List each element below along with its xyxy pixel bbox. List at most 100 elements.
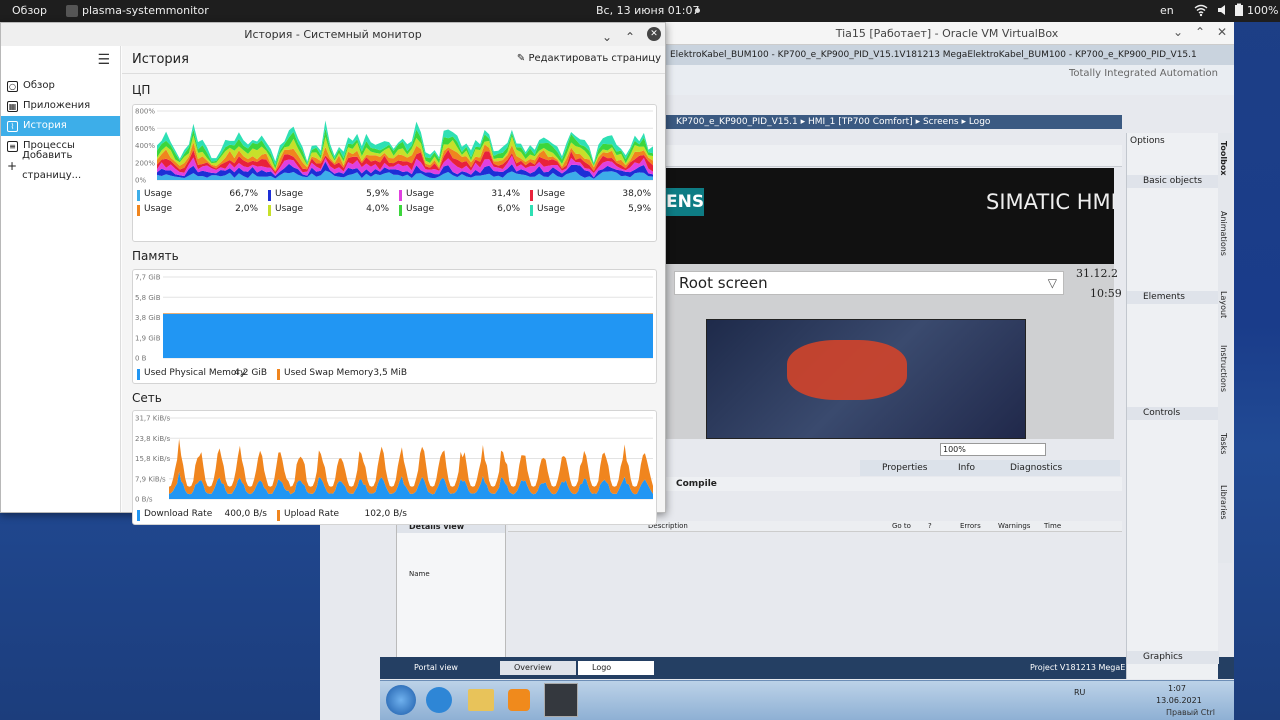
- main-content: История ✎ Редактировать страницу ЦП 800%…: [122, 46, 665, 525]
- edit-page-button[interactable]: ✎ Редактировать страницу: [517, 53, 661, 64]
- sidebar-item-applications[interactable]: ▦ Приложения: [1, 96, 120, 116]
- memory-legend: Used Physical Memory 4,2 GiB Used Swap Mem…: [133, 368, 658, 383]
- hmi-time: 10:59: [1090, 287, 1122, 300]
- zoom-select[interactable]: 100%: [940, 443, 1046, 456]
- tia-taskbar-icon[interactable]: [544, 683, 578, 717]
- start-button-icon[interactable]: [386, 685, 416, 715]
- cpu-legend-swatch: [530, 205, 533, 216]
- side-tab-animations[interactable]: Animations: [1219, 211, 1228, 256]
- tab-compile[interactable]: Compile: [676, 477, 717, 491]
- hmi-canvas[interactable]: Root screen ▽ 31.12.2 10:59: [666, 264, 1122, 439]
- logo-tab[interactable]: Logo: [578, 661, 654, 675]
- tab-properties[interactable]: Properties: [882, 460, 927, 476]
- dropdown-icon[interactable]: ▽: [1048, 272, 1057, 294]
- cpu-card: 800% 600% 400% 200% 0% Usage 66,7% Usage 5,9% Us…: [132, 104, 657, 242]
- close-icon[interactable]: ✕: [647, 27, 661, 41]
- cpu-legend-swatch: [268, 205, 271, 216]
- overview-tab[interactable]: Overview: [500, 661, 576, 675]
- cpu-legend-value: 6,0%: [497, 204, 520, 214]
- col-errors: Errors: [960, 522, 981, 530]
- mem-tick-label: 3,8 GiB: [135, 314, 161, 322]
- clock[interactable]: Вс, 13 июня 01:07: [596, 4, 700, 17]
- net-legend-item: Download Rate 400,0 B/s: [137, 509, 267, 523]
- keyboard-layout[interactable]: en: [1160, 4, 1174, 17]
- cpu-tick-label: 0%: [135, 177, 146, 185]
- tab-diagnostics[interactable]: Diagnostics: [1010, 460, 1062, 476]
- pencil-icon: ✎: [516, 53, 526, 64]
- cpu-legend-swatch: [399, 190, 402, 201]
- cpu-legend: Usage 66,7% Usage 5,9% Usage 31,4% Usage 38,0% U…: [133, 189, 658, 219]
- net-tick-label: 31,7 KiB/s: [135, 415, 171, 423]
- sidebar-item-history[interactable]: ⌇ История: [1, 116, 120, 136]
- mem-physical-area: [163, 313, 653, 358]
- close-icon[interactable]: ✕: [1214, 25, 1230, 41]
- mem-tick-label: 7,7 GiB: [135, 274, 161, 282]
- memory-card: 7,7 GiB 5,8 GiB 3,8 GiB 1,9 GiB 0 B Used Phy…: [132, 269, 657, 384]
- cpu-legend-value: 38,0%: [622, 189, 651, 199]
- toolbox-side-tabs[interactable]: Toolbox Animations Layout Instructions T…: [1218, 133, 1232, 563]
- cpu-history-chart: 800% 600% 400% 200% 0%: [135, 108, 653, 185]
- machine-image: [706, 319, 1026, 439]
- media-player-icon[interactable]: [508, 689, 530, 711]
- app-menu[interactable]: plasma-systemmonitor: [82, 4, 209, 17]
- volume-icon[interactable]: [1216, 3, 1230, 20]
- inspector-tabs[interactable]: Properties Info Diagnostics: [860, 460, 1120, 476]
- network-legend: Download Rate 400,0 B/s Upload Rate 102,0 B…: [133, 509, 658, 524]
- cpu-legend-label: Usage: [144, 189, 173, 199]
- system-monitor-titlebar[interactable]: История - Системный монитор ⌄ ⌃ ✕: [1, 23, 665, 46]
- minimize-icon[interactable]: ⌄: [1170, 25, 1186, 41]
- host-key: Правый Ctrl: [1166, 708, 1216, 717]
- portal-view-button[interactable]: Portal view: [414, 657, 458, 679]
- mem-legend-value: 3,5 MiB: [373, 368, 407, 378]
- toolbox-options[interactable]: Options: [1130, 136, 1165, 146]
- hmi-header[interactable]: ENS SIMATIC HMI: [666, 168, 1114, 264]
- mem-legend-value: 4,2 GiB: [234, 368, 267, 378]
- sidebar-item-label: Приложения: [23, 100, 91, 111]
- system-monitor-window[interactable]: История - Системный монитор ⌄ ⌃ ✕ ☰ ○ Об…: [0, 22, 666, 525]
- cpu-legend-item: Usage 5,9%: [530, 204, 651, 218]
- cpu-tick-label: 800%: [135, 108, 155, 116]
- cpu-legend-label: Usage: [537, 204, 566, 214]
- col-help: ?: [928, 522, 932, 530]
- cpu-legend-label: Usage: [144, 204, 173, 214]
- tab-info[interactable]: Info: [958, 460, 975, 476]
- ie-icon[interactable]: [426, 687, 452, 713]
- cpu-legend-label: Usage: [275, 189, 304, 199]
- toolbox-panel[interactable]: Options Basic objects Elements Controls …: [1126, 133, 1219, 679]
- side-tab-libraries[interactable]: Libraries: [1219, 485, 1228, 520]
- net-legend-label: Download Rate: [144, 509, 213, 519]
- cpu-legend-value: 2,0%: [235, 204, 258, 214]
- wifi-icon[interactable]: [1194, 3, 1208, 20]
- col-warnings: Warnings: [998, 522, 1031, 530]
- editor-breadcrumb[interactable]: KP700_e_KP900_PID_V15.1 ▸ HMI_1 [TP700 C…: [666, 115, 1122, 129]
- root-screen-field[interactable]: Root screen ▽: [674, 271, 1064, 295]
- toolbox-elements[interactable]: Elements: [1127, 291, 1219, 304]
- vm-input-lang[interactable]: RU: [1074, 688, 1085, 697]
- sidebar-item-overview[interactable]: ○ Обзор: [1, 76, 120, 96]
- tia-path-title: ElektroKabel_BUM100 - KP700_e_KP900_PID_…: [666, 45, 1234, 65]
- toolbox-graphics[interactable]: Graphics: [1127, 651, 1219, 664]
- vm-taskbar[interactable]: RU 1:07 13.06.2021 Правый Ctrl: [380, 680, 1234, 720]
- hamburger-menu-icon[interactable]: ☰: [97, 53, 110, 67]
- overview-button[interactable]: Обзор: [12, 4, 47, 17]
- network-card: 31,7 KiB/s 23,8 KiB/s 15,8 KiB/s 7,9 KiB/s 0…: [132, 410, 657, 525]
- side-tab-instructions[interactable]: Instructions: [1219, 345, 1228, 392]
- side-tab-toolbox[interactable]: Toolbox: [1219, 141, 1228, 176]
- maximize-icon[interactable]: ⌃: [1192, 25, 1208, 41]
- compile-tab-strip[interactable]: Compile: [666, 477, 1122, 491]
- editor-toolbar[interactable]: [666, 145, 1122, 167]
- cpu-tick-label: 200%: [135, 159, 155, 167]
- toolbox-controls[interactable]: Controls: [1127, 407, 1219, 420]
- toolbox-basic-objects[interactable]: Basic objects: [1127, 175, 1219, 188]
- side-tab-layout[interactable]: Layout: [1219, 291, 1228, 318]
- side-tab-tasks[interactable]: Tasks: [1219, 433, 1228, 454]
- cpu-legend-label: Usage: [537, 189, 566, 199]
- net-tick-label: 23,8 KiB/s: [135, 435, 171, 443]
- battery-icon[interactable]: [1234, 3, 1244, 20]
- tia-brand-strip: Totally Integrated Automation: [666, 65, 1234, 95]
- sidebar-item-add-page[interactable]: + Добавить страницу...: [1, 150, 120, 181]
- net-legend-item: Upload Rate 102,0 B/s: [277, 509, 407, 523]
- details-view-panel[interactable]: Details view Name: [396, 517, 506, 677]
- net-legend-swatch: [277, 510, 280, 521]
- explorer-icon[interactable]: [468, 689, 494, 711]
